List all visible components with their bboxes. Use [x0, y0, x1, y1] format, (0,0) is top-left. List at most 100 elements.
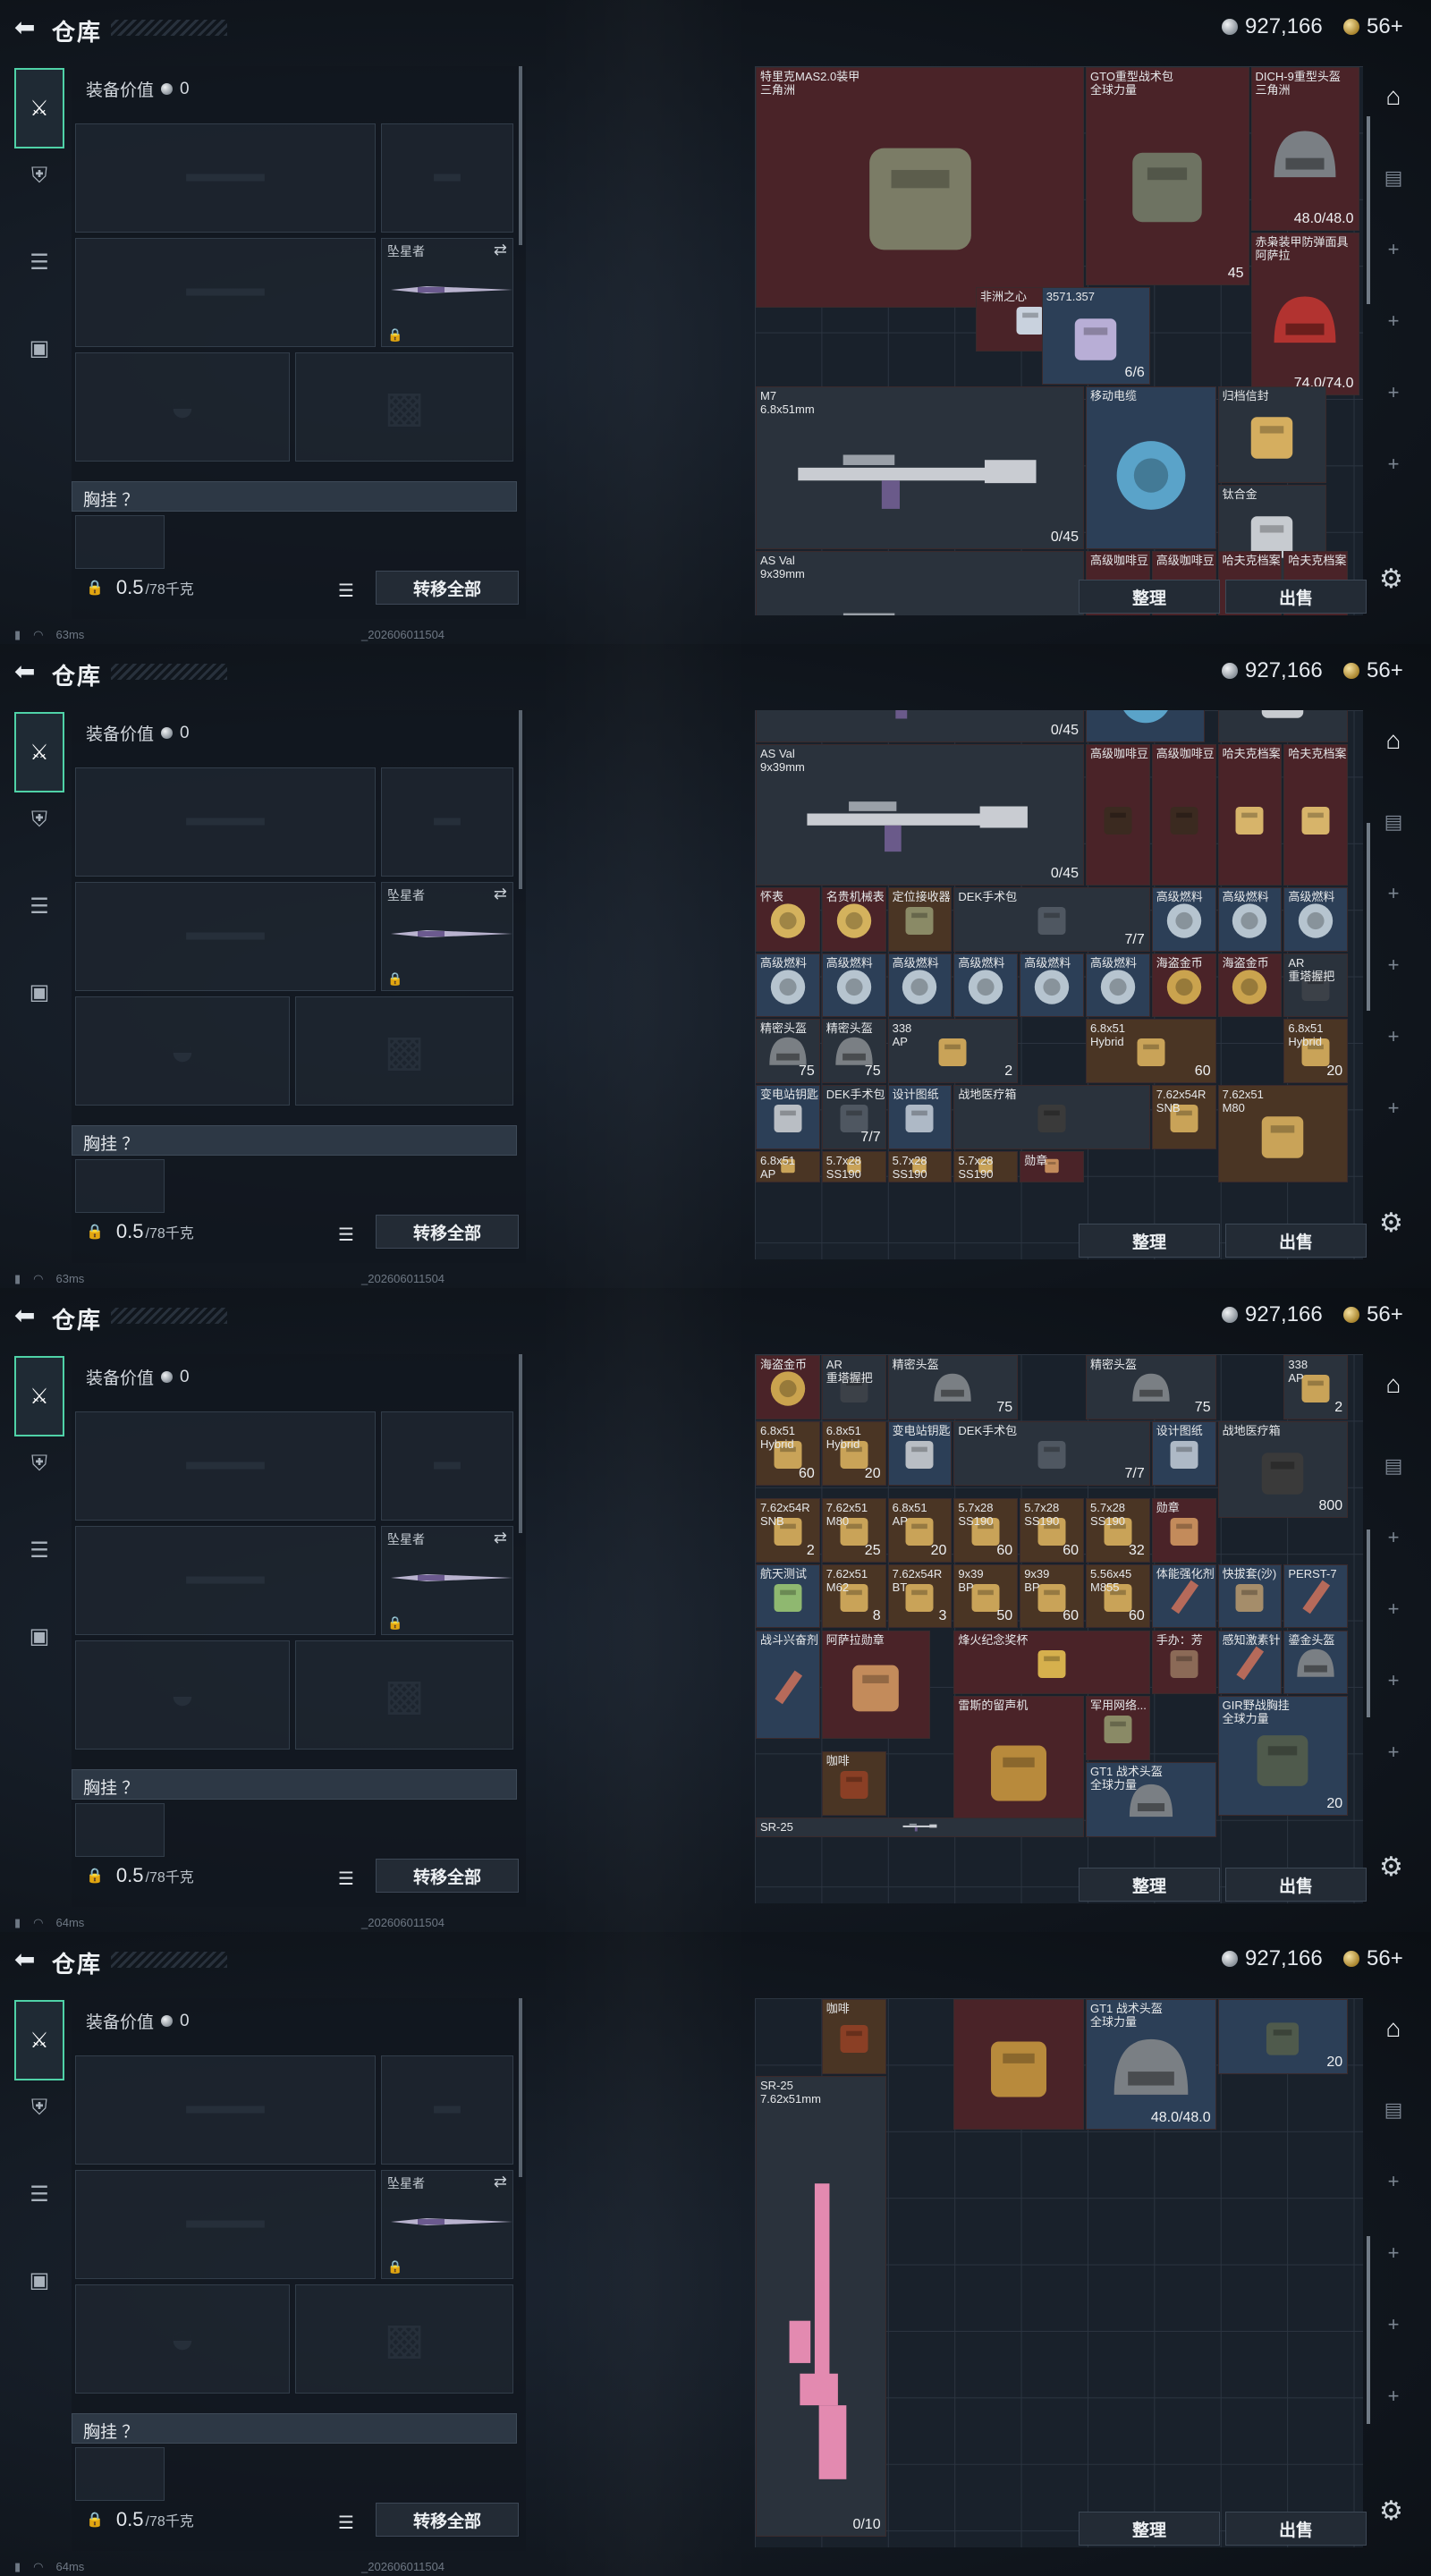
stash-item[interactable]: GTO重型战术包 全球力量 45 [1086, 67, 1249, 285]
back-arrow-icon[interactable]: ⬅ [14, 1302, 41, 1329]
add-tab-icon[interactable]: + [1376, 453, 1411, 476]
warehouse-icon[interactable]: ⌂ [1376, 1370, 1411, 1399]
stash-item[interactable]: AR 重塔握把 [821, 1355, 886, 1419]
move-all-button[interactable]: 转移全部 [376, 571, 519, 605]
tab-cases[interactable]: ▣ [14, 327, 64, 369]
helmet-slot[interactable]: ◒ [75, 352, 290, 462]
tab-weapons[interactable]: ⚔ [14, 2000, 64, 2080]
tab-armor[interactable]: ⛨ [14, 156, 64, 197]
stash-item[interactable]: 高级燃料 [1217, 886, 1283, 952]
armor-slot[interactable]: ▩ [295, 352, 513, 462]
add-tab-icon[interactable]: + [1376, 1025, 1411, 1048]
stash-item[interactable]: 3571.357 6/6 [1041, 287, 1150, 385]
loadout-scrollbar[interactable] [519, 1998, 522, 2177]
list-icon[interactable]: ☰ [338, 1224, 354, 1246]
stash-item[interactable]: 移动电缆 [1086, 386, 1216, 550]
stash-item[interactable]: 5.56x45 M855 60 [1086, 1563, 1150, 1629]
stash-item[interactable]: 高级燃料 [1283, 886, 1349, 952]
stash-item[interactable]: 变电站钥匙 [887, 1420, 953, 1486]
stash-item[interactable]: 高级咖啡豆 [1086, 743, 1150, 886]
tab-cases[interactable]: ▣ [14, 2259, 64, 2301]
stash-item[interactable]: 高级燃料 [953, 953, 1019, 1018]
stash-item[interactable]: 9x39 BP 50 [953, 1563, 1019, 1629]
chest-rig-header[interactable]: 胸挂 ？ [72, 1125, 517, 1156]
tab-items[interactable]: ☰ [14, 886, 64, 927]
stash-item[interactable]: DEK手术包 7/7 [953, 1420, 1150, 1486]
move-all-button[interactable]: 转移全部 [376, 2503, 519, 2537]
stash-item[interactable]: 哈夫克档案 [1283, 743, 1349, 886]
stash-item[interactable]: 感知激素针 [1217, 1630, 1283, 1695]
pistol-slot[interactable]: ━ [381, 1411, 513, 1521]
stash-item[interactable]: 海盗金币 [1217, 953, 1283, 1018]
stash-scrollbar[interactable] [1367, 1530, 1370, 1717]
stash-item[interactable]: AS Val 9x39mm 0/45 [756, 743, 1084, 886]
list-icon[interactable]: ☰ [338, 1868, 354, 1890]
tab-armor[interactable]: ⛨ [14, 1444, 64, 1485]
back-arrow-icon[interactable]: ⬅ [14, 1946, 41, 1973]
tab-armor[interactable]: ⛨ [14, 2088, 64, 2129]
stash-item[interactable] [953, 1999, 1084, 2130]
chest-rig-header[interactable]: 胸挂 ？ [72, 2413, 517, 2444]
stash-item[interactable]: PERST-7 [1283, 1563, 1349, 1629]
primary-weapon-slot[interactable]: ━━━ [75, 123, 376, 233]
move-all-button[interactable]: 转移全部 [376, 1215, 519, 1249]
stash-item[interactable]: 5.7x28 SS190 60 [953, 1497, 1019, 1563]
add-tab-icon[interactable]: + [1376, 1741, 1411, 1764]
chest-rig-slot[interactable] [75, 1803, 165, 1857]
stash-item[interactable]: 6.8x51 Hybrid 20 [821, 1420, 886, 1486]
stash-item[interactable]: 6.8x51 Hybrid 60 [1086, 1019, 1216, 1084]
stash-item[interactable]: 5.7x28 SS190 32 [1086, 1497, 1150, 1563]
stash-item[interactable]: 定位接收器 [887, 886, 953, 952]
stash-item[interactable]: GIR野战胸挂 全球力量 20 [1217, 1696, 1349, 1816]
stash-item[interactable]: 5.7x28 SS190 [953, 1151, 1019, 1182]
stash-item[interactable]: 海盗金币 [756, 1355, 820, 1419]
stash-item[interactable]: 精密头盔 75 [821, 1019, 886, 1084]
add-tab-icon[interactable]: + [1376, 1097, 1411, 1120]
stash-item[interactable]: 哈夫克档案 [1217, 743, 1283, 886]
pistol-slot[interactable]: ━ [381, 767, 513, 877]
stash-item[interactable]: SR-25 7.62x51mm [756, 1817, 1084, 1838]
stash-item[interactable]: 体能强化剂 [1151, 1563, 1216, 1629]
stash-item[interactable]: 0/45 [756, 710, 1084, 742]
stash-item[interactable]: GT1 战术头盔 全球力量 48.0/48.0 [1086, 1999, 1216, 2130]
gear-icon[interactable]: ⚙ [1379, 1208, 1403, 1239]
stash-item[interactable]: 勋章 [1020, 1151, 1084, 1182]
stash-item[interactable]: 战地医疗箱 800 [1217, 1420, 1349, 1519]
sell-button[interactable]: 出售 [1225, 1868, 1367, 1902]
swap-icon[interactable]: ⇄ [494, 241, 507, 259]
stash-item[interactable]: AS Val 9x39mm [756, 551, 1084, 615]
tab-cases[interactable]: ▣ [14, 1615, 64, 1657]
gold-currency[interactable]: 56+ [1343, 1946, 1403, 1971]
stash-item[interactable]: 338 AP 2 [887, 1019, 1019, 1084]
stash-item[interactable]: 雷斯的留声机 [953, 1696, 1084, 1838]
add-tab-icon[interactable]: + [1376, 1669, 1411, 1692]
melee-slot[interactable]: 坠星者 ⇄ 🔒 [381, 2170, 513, 2279]
chest-rig-header[interactable]: 胸挂 ？ [72, 1769, 517, 1800]
stash-item[interactable]: 5.7x28 SS190 [821, 1151, 886, 1182]
primary-weapon-slot[interactable]: ━━━ [75, 767, 376, 877]
add-tab-icon[interactable]: + [1376, 953, 1411, 977]
warehouse-icon[interactable]: ⌂ [1376, 82, 1411, 111]
chest-rig-slot[interactable] [75, 1159, 165, 1213]
stash-item[interactable]: SR-25 7.62x51mm 0/10 [756, 2076, 886, 2537]
stash-item[interactable]: 赤枭装甲防弹面具 阿萨拉 74.0/74.0 [1250, 232, 1359, 395]
armor-slot[interactable]: ▩ [295, 996, 513, 1106]
stash-scrollbar[interactable] [1367, 116, 1370, 304]
add-tab-icon[interactable]: + [1376, 1597, 1411, 1621]
stash-item[interactable]: 航天测试 [756, 1563, 820, 1629]
back-arrow-icon[interactable]: ⬅ [14, 658, 41, 685]
stash-item[interactable]: 军用网络... [1086, 1696, 1150, 1761]
stash-item[interactable]: GT1 战术头盔 全球力量 [1086, 1762, 1216, 1838]
sell-button[interactable]: 出售 [1225, 2512, 1367, 2546]
secondary-weapon-slot[interactable]: ━━━ [75, 238, 376, 347]
gear-icon[interactable]: ⚙ [1379, 564, 1403, 595]
add-tab-icon[interactable]: + [1376, 882, 1411, 905]
swap-icon[interactable]: ⇄ [494, 885, 507, 903]
armor-slot[interactable]: ▩ [295, 2284, 513, 2394]
sell-button[interactable]: 出售 [1225, 1224, 1367, 1258]
stash-item[interactable]: 咖啡 [821, 1999, 886, 2075]
stash-item[interactable] [1086, 710, 1206, 742]
stash-item[interactable]: 钛合金 [1217, 710, 1349, 742]
stash-item[interactable]: DEK手术包 7/7 [821, 1085, 886, 1149]
warehouse-icon[interactable]: ⌂ [1376, 2014, 1411, 2043]
